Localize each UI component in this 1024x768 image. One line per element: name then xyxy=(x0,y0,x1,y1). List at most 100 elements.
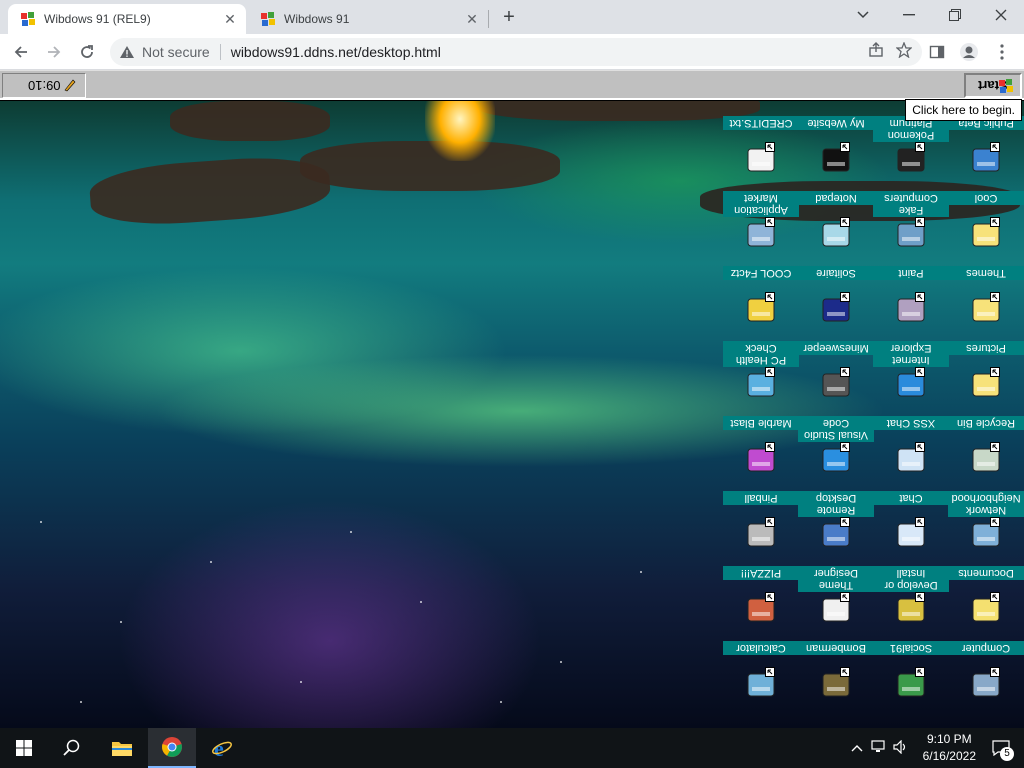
desktop-icon-bomberman[interactable]: Bomberman xyxy=(798,641,874,716)
shortcut-arrow-icon xyxy=(990,217,1000,227)
desktop-icon-label: Pinball xyxy=(723,491,799,505)
tab-search-chevron-icon[interactable] xyxy=(840,0,886,30)
desktop-icon-pokemon-platinum[interactable]: Pokemon Platinum xyxy=(873,116,949,191)
restore-button[interactable] xyxy=(932,0,978,30)
desktop-icon-themes[interactable]: Themes xyxy=(948,266,1024,341)
desktop-icon-label: Paint xyxy=(873,266,949,280)
shortcut-arrow-icon xyxy=(765,592,775,602)
desktop-icon-notepad[interactable]: Notepad xyxy=(798,191,874,266)
desktop-icon-label: Develop or Install xyxy=(873,566,949,592)
internet-explorer-taskbar-button[interactable]: e xyxy=(198,728,246,768)
desktop-icon-pizza[interactable]: PIZZA!!! xyxy=(723,566,799,641)
shortcut-arrow-icon xyxy=(915,442,925,452)
chrome-taskbar-button[interactable] xyxy=(148,728,196,768)
security-label[interactable]: Not secure xyxy=(142,44,210,60)
desktop-icon-calculator[interactable]: Calculator xyxy=(723,641,799,716)
shortcut-arrow-icon xyxy=(765,517,775,527)
bookmark-star-icon[interactable] xyxy=(895,41,913,62)
desktop-icon-remote-desktop[interactable]: Remote Desktop xyxy=(798,491,874,566)
close-window-button[interactable] xyxy=(978,0,1024,30)
clock-date: 6/16/2022 xyxy=(922,749,976,763)
minimize-button[interactable] xyxy=(886,0,932,30)
desktop-icon-credits-txt[interactable]: CREDITS.txt xyxy=(723,116,799,191)
desktop-icon-minesweeper[interactable]: Minesweeper xyxy=(798,341,874,416)
desktop-icon-fake-computers[interactable]: Fake Computers xyxy=(873,191,949,266)
shortcut-arrow-icon xyxy=(990,592,1000,602)
desktop-icon-pc-health-check[interactable]: PC Health Check xyxy=(723,341,799,416)
desktop-icon-social91[interactable]: Social91 xyxy=(873,641,949,716)
url-text[interactable]: wibdows91.ddns.net/desktop.html xyxy=(231,44,441,60)
island-landmass xyxy=(88,152,332,230)
desktop-icon-label: Minesweeper xyxy=(798,341,874,355)
desktop-icon-visual-studio-code[interactable]: Visual Studio Code xyxy=(798,416,874,491)
tab-wibdows-91-rel9[interactable]: Wibdows 91 (REL9) ✕ xyxy=(8,4,246,34)
forward-button[interactable] xyxy=(40,38,68,66)
profile-avatar-icon[interactable] xyxy=(955,38,983,66)
notification-center-button[interactable]: 5 xyxy=(986,733,1016,763)
desktop-icon-cool-f4ctz[interactable]: COOL F4ctz xyxy=(723,266,799,341)
windows-start-button[interactable] xyxy=(0,728,48,768)
volume-icon[interactable] xyxy=(893,739,909,757)
chrome-menu-icon[interactable] xyxy=(988,38,1016,66)
shortcut-arrow-icon xyxy=(765,667,775,677)
desktop-icon-public-beta[interactable]: Public Beta xyxy=(948,116,1024,191)
shortcut-arrow-icon xyxy=(840,292,850,302)
desktop-icon-documents[interactable]: Documents xyxy=(948,566,1024,641)
warning-triangle-icon[interactable] xyxy=(118,43,136,61)
desktop-icon-paint[interactable]: Paint xyxy=(873,266,949,341)
desktop-icon-label: Calculator xyxy=(723,641,799,655)
shortcut-arrow-icon xyxy=(840,667,850,677)
desktop-icon-application-market[interactable]: Application Market xyxy=(723,191,799,266)
desktop-icon-label: Network Neighborhood xyxy=(948,491,1024,517)
shortcut-arrow-icon xyxy=(915,142,925,152)
desktop-icon-my-website[interactable]: My Website xyxy=(798,116,874,191)
desktop-icon-pinball[interactable]: Pinball xyxy=(723,491,799,566)
desktop-icon-develop-or-install[interactable]: Develop or Install xyxy=(873,566,949,641)
show-hidden-icons-chevron-icon[interactable] xyxy=(851,741,863,755)
town-lights-glow xyxy=(425,101,495,161)
network-icon[interactable] xyxy=(871,739,887,757)
desktop-icon-chat[interactable]: Chat xyxy=(873,491,949,566)
shortcut-arrow-icon xyxy=(990,367,1000,377)
address-bar[interactable]: Not secure wibdows91.ddns.net/desktop.ht… xyxy=(110,38,922,66)
desktop-icon-theme-designer[interactable]: Theme Designer xyxy=(798,566,874,641)
desktop-icon-xss-chat[interactable]: XSS Chat xyxy=(873,416,949,491)
close-tab-icon[interactable]: ✕ xyxy=(464,11,480,27)
desktop-icon-solitaire[interactable]: Solitaire xyxy=(798,266,874,341)
file-explorer-button[interactable] xyxy=(98,728,146,768)
windows-clock[interactable]: 9:10 PM 6/16/2022 xyxy=(923,731,976,765)
desktop-icon-label: Solitaire xyxy=(798,266,874,280)
search-button[interactable] xyxy=(48,728,96,768)
shortcut-arrow-icon xyxy=(990,292,1000,302)
desktop-icon-recycle-bin[interactable]: Recycle Bin xyxy=(948,416,1024,491)
desktop-icon-computer[interactable]: Computer xyxy=(948,641,1024,716)
wibdows-clock-text: 09:10 xyxy=(27,78,61,93)
shortcut-arrow-icon xyxy=(990,442,1000,452)
shortcut-arrow-icon xyxy=(840,217,850,227)
desktop-icon-label: Pictures xyxy=(948,341,1024,355)
wibdows-clock[interactable]: 09:10 xyxy=(2,73,86,98)
shortcut-arrow-icon xyxy=(915,667,925,677)
desktop-icon-network-neighborhood[interactable]: Network Neighborhood xyxy=(948,491,1024,566)
desktop-icon-marble-blast[interactable]: Marble Blast xyxy=(723,416,799,491)
wibdows-logo-icon xyxy=(998,78,1014,94)
shortcut-arrow-icon xyxy=(840,367,850,377)
desktop-icon-label: Themes xyxy=(948,266,1024,280)
tab-wibdows-91[interactable]: Wibdows 91 ✕ xyxy=(248,4,488,34)
desktop-icon-label: Remote Desktop xyxy=(798,491,874,517)
wibdows-start-button[interactable]: Start xyxy=(964,73,1022,98)
share-icon[interactable] xyxy=(868,42,884,62)
desktop-icon-pictures[interactable]: Pictures xyxy=(948,341,1024,416)
wibdows-favicon-icon xyxy=(260,11,276,27)
back-button[interactable] xyxy=(7,38,35,66)
desktop-icon-cool[interactable]: Cool xyxy=(948,191,1024,266)
tab-title: Wibdows 91 xyxy=(284,12,350,26)
close-tab-icon[interactable]: ✕ xyxy=(222,11,238,27)
side-panel-icon[interactable] xyxy=(923,38,951,66)
desktop-icon-label: Documents xyxy=(948,566,1024,580)
reload-button[interactable] xyxy=(73,38,101,66)
new-tab-button[interactable]: + xyxy=(498,6,520,28)
desktop-icon-label: COOL F4ctz xyxy=(723,266,799,280)
system-tray: 9:10 PM 6/16/2022 5 xyxy=(851,728,1024,768)
desktop-icon-internet-explorer[interactable]: Internet Explorer xyxy=(873,341,949,416)
